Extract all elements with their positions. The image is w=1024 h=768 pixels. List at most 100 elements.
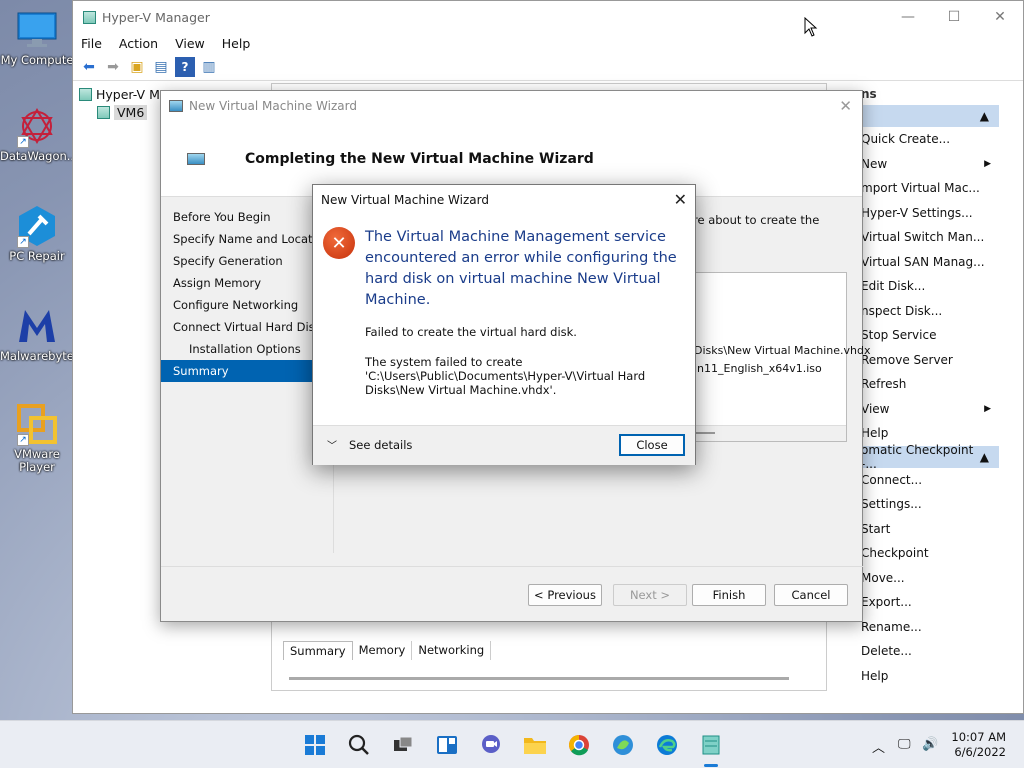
previous-button[interactable]: < Previous bbox=[528, 584, 602, 606]
show-hide-tree-icon[interactable]: ▤ bbox=[151, 57, 171, 77]
error-main-instruction: The Virtual Machine Management service e… bbox=[365, 229, 677, 308]
wizard-footer-divider bbox=[161, 566, 864, 567]
desktop-icon-label: My Compute bbox=[0, 53, 74, 67]
menu-file[interactable]: File bbox=[81, 36, 102, 51]
desktop-icon-label: Malwarebytes bbox=[0, 349, 80, 363]
action-item-label: Hyper-V Settings... bbox=[861, 205, 973, 220]
file-explorer-icon[interactable] bbox=[521, 731, 549, 759]
submenu-arrow-icon: ▶ bbox=[984, 403, 991, 414]
action-item-label: Remove Server bbox=[861, 352, 953, 367]
chat-icon[interactable] bbox=[477, 731, 505, 759]
tree-node-label: VM6 bbox=[114, 104, 148, 120]
error-dialog-title: New Virtual Machine Wizard bbox=[321, 193, 489, 207]
submenu-arrow-icon: ▶ bbox=[984, 158, 991, 169]
action-item-label: Checkpoint bbox=[861, 546, 929, 561]
search-icon[interactable] bbox=[345, 731, 373, 759]
action-item-label: Virtual SAN Manag... bbox=[861, 254, 985, 269]
section-label: omatic Checkpoint -... bbox=[861, 442, 974, 471]
toolbar: ⬅ ➡ ▣ ▤ ? ▥ bbox=[73, 53, 1023, 81]
action-item-label: New bbox=[861, 156, 888, 171]
see-details-label: See details bbox=[349, 437, 413, 452]
clock-date: 6/6/2022 bbox=[954, 745, 1006, 759]
mouse-cursor-icon bbox=[804, 16, 818, 40]
horizontal-scrollbar[interactable] bbox=[289, 677, 789, 680]
desktop-icon-datawagon[interactable]: ↗ DataWagon... bbox=[0, 104, 78, 163]
app-icon[interactable] bbox=[609, 731, 637, 759]
action-item-label: Quick Create... bbox=[861, 132, 951, 147]
show-hide-action-pane-icon[interactable]: ▥ bbox=[199, 57, 219, 77]
tab-memory[interactable]: Memory bbox=[353, 641, 413, 660]
wizard-step-installation-options[interactable]: Installation Options bbox=[161, 338, 333, 360]
wizard-step-before-you-begin[interactable]: Before You Begin bbox=[161, 206, 333, 228]
pc-repair-icon: ↗ bbox=[15, 204, 59, 248]
desktop-icon-label: DataWagon... bbox=[0, 149, 78, 163]
widgets-icon[interactable] bbox=[433, 731, 461, 759]
window-title: Hyper-V Manager bbox=[102, 9, 210, 25]
desktop-icon-my-computer[interactable]: My Compute bbox=[0, 8, 74, 67]
action-item-label: Export... bbox=[861, 595, 912, 610]
help-icon[interactable]: ? bbox=[175, 56, 195, 77]
wizard-step-configure-networking[interactable]: Configure Networking bbox=[161, 294, 333, 316]
tree-node-label: Hyper-V Ma bbox=[96, 86, 168, 102]
menu-action[interactable]: Action bbox=[119, 36, 158, 51]
wizard-step-specify-generation[interactable]: Specify Generation bbox=[161, 250, 333, 272]
wizard-step-assign-memory[interactable]: Assign Memory bbox=[161, 272, 333, 294]
system-clock[interactable]: 10:07 AM 6/6/2022 bbox=[951, 730, 1006, 760]
hyperv-manager-icon[interactable] bbox=[697, 731, 725, 759]
monitor-icon bbox=[15, 8, 59, 52]
malwarebytes-icon bbox=[15, 304, 59, 348]
action-item-help[interactable]: Help bbox=[829, 664, 999, 689]
desktop-icon-vmware[interactable]: ↗ VMware Player bbox=[0, 402, 74, 474]
next-button[interactable]: Next > bbox=[613, 584, 687, 606]
collapse-up-icon: ▲ bbox=[979, 109, 989, 123]
up-folder-icon[interactable]: ▣ bbox=[127, 57, 147, 77]
show-hidden-icons-chevron-icon[interactable]: ︿ bbox=[872, 737, 885, 756]
shortcut-arrow-icon: ↗ bbox=[17, 434, 29, 446]
error-summary: Failed to create the virtual hard disk. bbox=[365, 325, 577, 339]
desktop-icon-pc-repair[interactable]: ↗ PC Repair bbox=[0, 204, 74, 263]
forward-arrow-icon[interactable]: ➡ bbox=[103, 57, 123, 77]
menu-help[interactable]: Help bbox=[222, 36, 251, 51]
cancel-button[interactable]: Cancel bbox=[774, 584, 848, 606]
error-close-button[interactable]: Close bbox=[619, 434, 685, 456]
wizard-step-connect-virtual-hard-disk[interactable]: Connect Virtual Hard Disk bbox=[161, 316, 333, 338]
chevron-down-icon: ﹀ bbox=[327, 441, 337, 452]
desktop-icon-label: VMware Player bbox=[14, 447, 60, 474]
menu-view[interactable]: View bbox=[175, 36, 205, 51]
action-item-label: Start bbox=[861, 521, 891, 536]
summary-scrollbar[interactable] bbox=[691, 425, 846, 441]
wizard-step-specify-name-and-location[interactable]: Specify Name and Location bbox=[161, 228, 333, 250]
error-dialog-close-icon[interactable]: ✕ bbox=[674, 190, 687, 209]
start-icon[interactable] bbox=[301, 731, 329, 759]
wizard-step-summary[interactable]: Summary bbox=[161, 360, 333, 382]
datawagon-icon: ↗ bbox=[15, 104, 59, 148]
finish-button[interactable]: Finish bbox=[692, 584, 766, 606]
back-arrow-icon[interactable]: ⬅ bbox=[79, 57, 99, 77]
network-icon[interactable]: 🖵 bbox=[898, 737, 911, 752]
action-item-label: Settings... bbox=[861, 497, 922, 512]
close-button[interactable]: ✕ bbox=[977, 1, 1023, 33]
tab-networking[interactable]: Networking bbox=[412, 641, 492, 660]
wizard-window-icon bbox=[169, 100, 183, 112]
action-item-label: Rename... bbox=[861, 619, 922, 634]
maximize-button[interactable]: ☐ bbox=[931, 1, 977, 33]
active-app-indicator bbox=[704, 764, 718, 767]
chrome-icon[interactable] bbox=[565, 731, 593, 759]
desktop-icon-malwarebytes[interactable]: Malwarebytes bbox=[0, 304, 80, 363]
action-item-delete[interactable]: Delete... bbox=[829, 639, 999, 664]
task-view-icon[interactable] bbox=[389, 731, 417, 759]
see-details-toggle[interactable]: ﹀ See details bbox=[327, 437, 413, 453]
action-item-label: Help bbox=[861, 426, 889, 441]
wizard-intro-text: re about to create the bbox=[693, 213, 820, 227]
error-detail: The system failed to create 'C:\Users\Pu… bbox=[365, 355, 646, 397]
summary-iso-path: in11_English_x64v1.iso bbox=[694, 362, 822, 375]
edge-icon[interactable] bbox=[653, 731, 681, 759]
action-item-label: View bbox=[861, 401, 890, 416]
tab-summary[interactable]: Summary bbox=[283, 641, 353, 660]
error-icon: ✕ bbox=[323, 227, 355, 259]
wizard-close-icon[interactable]: ✕ bbox=[839, 97, 852, 115]
summary-vhd-path: Disks\New Virtual Machine.vhdx bbox=[694, 344, 871, 357]
minimize-button[interactable]: — bbox=[885, 1, 931, 33]
volume-icon[interactable]: 🔊 bbox=[922, 737, 938, 752]
hyperv-app-icon bbox=[83, 10, 96, 24]
